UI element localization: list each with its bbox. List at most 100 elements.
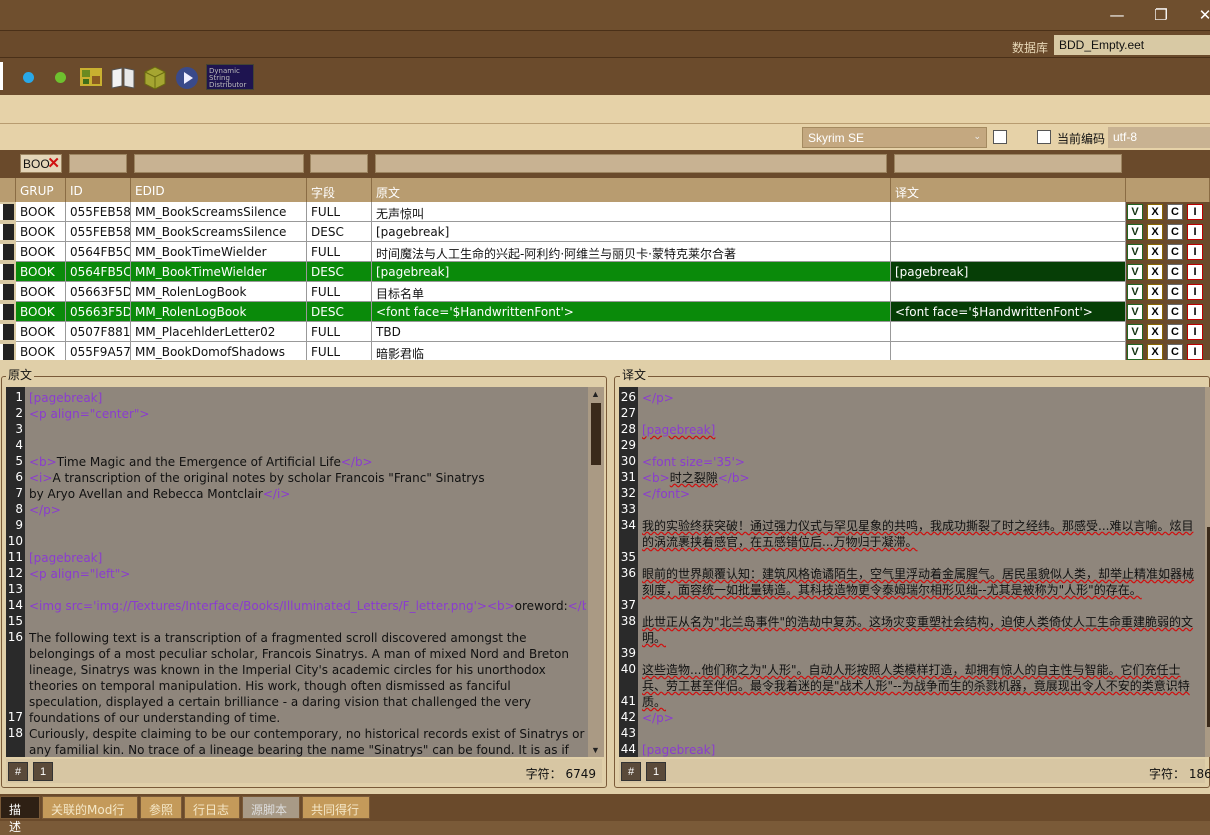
scroll-down-icon[interactable]: ▼ <box>591 745 600 755</box>
scroll-thumb[interactable] <box>591 403 601 465</box>
current-encoding-checkbox[interactable] <box>1037 130 1051 144</box>
body-text: by Aryo Avellan and Rebecca Montclair <box>29 487 263 501</box>
table-row[interactable]: BOOK 055FEB58 MM_BookScreamsSilence FULL 无声惊… <box>0 202 1210 222</box>
table-row[interactable]: BOOK 0564FB5C MM_BookTimeWielder DESC [pageb… <box>0 262 1210 282</box>
action-v-button[interactable]: V <box>1127 224 1143 240</box>
action-i-button[interactable]: I <box>1187 224 1203 240</box>
edid-search-input[interactable] <box>134 154 304 173</box>
header-id[interactable]: ID <box>66 178 131 202</box>
tab-source-script[interactable]: 源脚本 <box>242 796 300 819</box>
source-editor[interactable]: 1 2 3 4 5 6 7 8 9 10 11 12 13 14 15 16 1… <box>6 387 604 757</box>
minimize-icon[interactable]: — <box>1102 4 1132 26</box>
action-i-button[interactable]: I <box>1187 304 1203 320</box>
grup-search-input[interactable]: BOO ✕ <box>20 154 62 173</box>
action-v-button[interactable]: V <box>1127 344 1143 360</box>
scroll-up-icon[interactable]: ▲ <box>591 389 600 399</box>
tab-row-log[interactable]: 行日志 <box>184 796 240 819</box>
hash-button[interactable]: # <box>621 762 641 781</box>
body-text: oreword: <box>514 599 568 613</box>
line-number: 11 <box>7 550 23 564</box>
dsd-logo-icon[interactable]: Dynamic String Distributor <box>206 64 254 90</box>
action-c-button[interactable]: C <box>1167 264 1183 280</box>
table-row[interactable]: BOOK 05663F5D MM_RolenLogBook DESC <font fac… <box>0 302 1210 322</box>
encoding-select[interactable]: utf-8 <box>1108 127 1210 148</box>
table-row[interactable]: BOOK 05663F5D MM_RolenLogBook FULL 目标名单 V X C I <box>0 282 1210 302</box>
header-source[interactable]: 原文 <box>372 178 891 202</box>
table-row[interactable]: BOOK 0564FB5C MM_BookTimeWielder FULL 时间魔法与人… <box>0 242 1210 262</box>
header-grup[interactable]: GRUP <box>16 178 66 202</box>
clear-search-icon[interactable]: ✕ <box>47 154 60 172</box>
header-actions <box>1126 178 1210 202</box>
target-editor[interactable]: 26 27 28 29 30 31 32 33 34 35 36 37 38 3… <box>619 387 1210 757</box>
header-target[interactable]: 译文 <box>891 178 1126 202</box>
action-x-button[interactable]: X <box>1147 224 1163 240</box>
tab-related-mod-lines[interactable]: 关联的Mod行 <box>42 796 138 819</box>
action-i-button[interactable]: I <box>1187 344 1203 360</box>
action-i-button[interactable]: I <box>1187 264 1203 280</box>
action-x-button[interactable]: X <box>1147 304 1163 320</box>
action-x-button[interactable]: X <box>1147 204 1163 220</box>
table-row[interactable]: BOOK 055FEB58 MM_BookScreamsSilence DESC [pa… <box>0 222 1210 242</box>
field-search-input[interactable] <box>310 154 368 173</box>
action-c-button[interactable]: C <box>1167 344 1183 360</box>
action-v-button[interactable]: V <box>1127 284 1143 300</box>
action-c-button[interactable]: C <box>1167 324 1183 340</box>
code-paragraph: The following text is a transcription of… <box>29 631 569 725</box>
id-search-input[interactable] <box>69 154 127 173</box>
action-v-button[interactable]: V <box>1127 244 1143 260</box>
action-x-button[interactable]: X <box>1147 344 1163 360</box>
action-x-button[interactable]: X <box>1147 244 1163 260</box>
action-x-button[interactable]: X <box>1147 264 1163 280</box>
header-edid[interactable]: EDID <box>131 178 307 202</box>
line-number: 28 <box>620 422 636 436</box>
book-icon[interactable] <box>110 64 136 90</box>
action-v-button[interactable]: V <box>1127 324 1143 340</box>
line-number: 15 <box>7 614 23 628</box>
action-c-button[interactable]: C <box>1167 304 1183 320</box>
tab-description[interactable]: 描述 <box>0 796 40 834</box>
tag-text: </font> <box>642 487 691 501</box>
line-number: 38 <box>620 614 636 628</box>
action-v-button[interactable]: V <box>1127 304 1143 320</box>
action-i-button[interactable]: I <box>1187 324 1203 340</box>
database-select[interactable]: BDD_Empty.eet <box>1054 35 1210 55</box>
source-search-input[interactable] <box>375 154 887 173</box>
search-row: BOO ✕ <box>0 150 1210 178</box>
table-row[interactable]: BOOK 055F9A57 MM_BookDomofShadows FULL 暗影君临 V… <box>0 342 1210 360</box>
blue-dot-icon[interactable] <box>16 64 42 90</box>
action-i-button[interactable]: I <box>1187 284 1203 300</box>
puzzle-mods-icon[interactable] <box>78 64 104 90</box>
game-select[interactable]: Skyrim SE ⌄ <box>802 127 987 148</box>
tab-reference[interactable]: 参照 <box>140 796 182 819</box>
action-c-button[interactable]: C <box>1167 204 1183 220</box>
target-scrollbar[interactable] <box>1205 387 1210 757</box>
maximize-icon[interactable]: ❐ <box>1146 4 1176 26</box>
grup-search-value: BOO <box>23 157 50 171</box>
play-icon[interactable] <box>174 64 200 90</box>
table-row[interactable]: BOOK 0507F881 MM_PlacehlderLetter02 FULL TBD… <box>0 322 1210 342</box>
cell-field: FULL <box>307 342 372 360</box>
action-c-button[interactable]: C <box>1167 224 1183 240</box>
header-field[interactable]: 字段 <box>307 178 372 202</box>
green-dot-icon[interactable] <box>48 64 74 90</box>
close-icon[interactable]: ✕ <box>1190 4 1210 26</box>
action-v-button[interactable]: V <box>1127 264 1143 280</box>
tag-text: </p> <box>642 711 674 725</box>
action-x-button[interactable]: X <box>1147 324 1163 340</box>
checkbox-unlabeled[interactable] <box>993 130 1007 144</box>
action-c-button[interactable]: C <box>1167 284 1183 300</box>
action-i-button[interactable]: I <box>1187 244 1203 260</box>
tab-shared-rows[interactable]: 共同得行 <box>302 796 370 819</box>
one-button[interactable]: 1 <box>646 762 666 781</box>
source-scrollbar[interactable]: ▲ ▼ <box>588 387 604 757</box>
hash-button[interactable]: # <box>8 762 28 781</box>
one-button[interactable]: 1 <box>33 762 53 781</box>
action-i-button[interactable]: I <box>1187 204 1203 220</box>
target-search-input[interactable] <box>894 154 1122 173</box>
box-icon[interactable] <box>142 64 168 90</box>
action-c-button[interactable]: C <box>1167 244 1183 260</box>
code-line: [pagebreak] <box>642 422 1197 438</box>
action-v-button[interactable]: V <box>1127 204 1143 220</box>
cell-grup: BOOK <box>16 302 66 322</box>
action-x-button[interactable]: X <box>1147 284 1163 300</box>
